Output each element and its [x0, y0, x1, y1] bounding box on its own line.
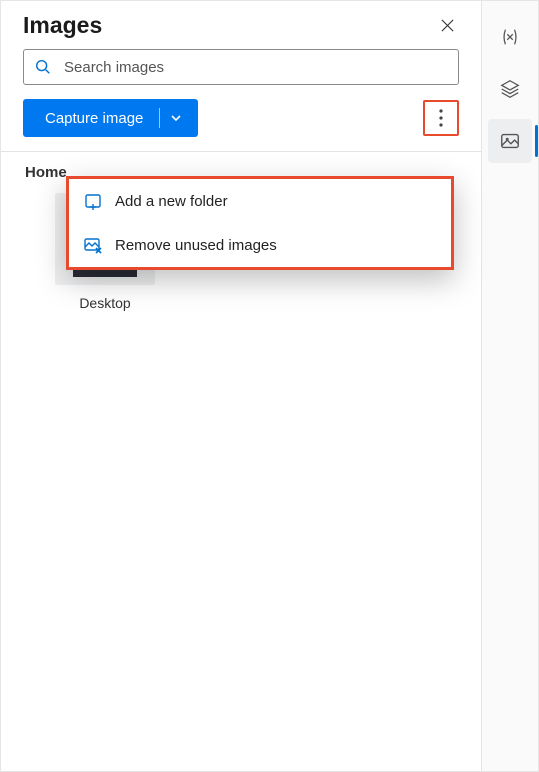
search-icon [34, 58, 52, 76]
close-icon [440, 18, 455, 33]
more-options-button[interactable] [423, 100, 459, 136]
sidebar-item-layers[interactable] [488, 67, 532, 111]
thumbnail-label: Desktop [79, 295, 130, 311]
menu-label: Remove unused images [115, 237, 277, 254]
actions-row: Capture image [1, 95, 481, 151]
more-vertical-icon [439, 109, 443, 127]
search-input[interactable] [62, 58, 448, 77]
menu-label: Add a new folder [115, 193, 228, 210]
menu-item-add-folder[interactable]: Add a new folder [69, 179, 451, 223]
search-box[interactable] [23, 49, 459, 85]
variables-icon [499, 26, 521, 48]
sidebar-item-variables[interactable] [488, 15, 532, 59]
search-wrap [1, 45, 481, 95]
panel-header: Images [1, 1, 481, 45]
images-icon [499, 130, 521, 152]
close-button[interactable] [433, 11, 461, 39]
menu-item-remove-unused[interactable]: Remove unused images [69, 223, 451, 267]
add-folder-icon [83, 191, 103, 211]
capture-label: Capture image [29, 110, 159, 127]
right-sidebar [482, 1, 538, 771]
capture-image-button[interactable]: Capture image [23, 99, 198, 137]
panel-title: Images [23, 12, 102, 39]
sidebar-item-images[interactable] [488, 119, 532, 163]
remove-image-icon [83, 235, 103, 255]
app-root: Images Capture image Hom [0, 0, 539, 772]
chevron-down-icon [170, 112, 182, 124]
capture-dropdown-toggle[interactable] [160, 112, 192, 124]
layers-icon [499, 78, 521, 100]
more-options-menu: Add a new folder Remove unused images [66, 176, 454, 270]
images-panel: Images Capture image Hom [1, 1, 482, 771]
